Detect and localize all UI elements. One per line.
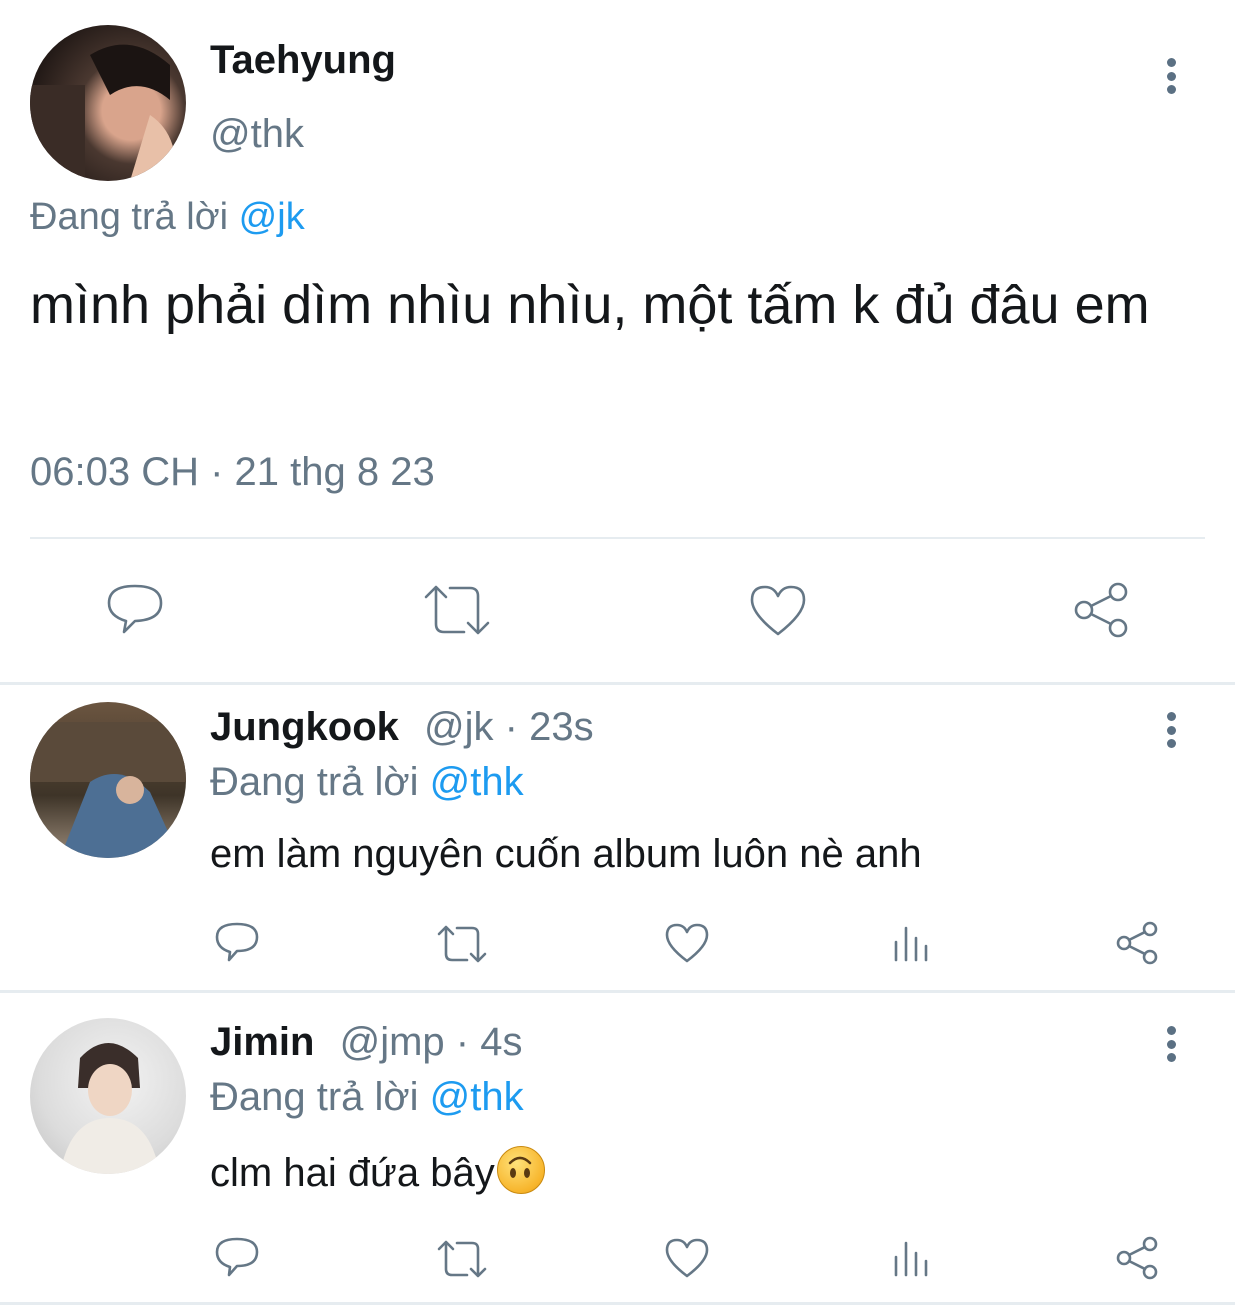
replying-to-label: Đang trả lời [30,196,229,238]
reply-author-name[interactable]: Jungkook [210,705,399,749]
reply-header: Jungkook @jk · 23s [210,705,594,750]
retweet-icon[interactable] [436,1237,488,1281]
reply-icon[interactable] [214,920,260,966]
retweet-icon[interactable] [436,922,488,966]
author-name[interactable]: Taehyung [210,38,396,83]
reply-time[interactable]: · 23s [505,705,594,749]
replying-to: Đang trả lời @jk [30,196,305,239]
tweet-text: mình phải dìm nhìu nhìu, một tấm k đủ đâ… [30,275,1150,335]
retweet-icon[interactable] [422,580,492,640]
avatar-photo [30,722,186,858]
reply-author-handle[interactable]: @jk [424,705,494,749]
avatar-photo [60,1043,160,1174]
author-handle[interactable]: @thk [210,112,304,157]
more-options-button[interactable] [1166,712,1176,748]
views-icon[interactable] [892,922,932,962]
replying-to: Đang trả lời @thk [210,760,524,805]
like-icon[interactable] [748,582,808,638]
reply-header: Jimin @jmp · 4s [210,1020,522,1065]
reply-author-name[interactable]: Jimin [210,1020,314,1064]
replying-to-link[interactable]: @thk [430,760,524,804]
like-icon[interactable] [664,1237,710,1279]
replying-to-label: Đang trả lời [210,1075,419,1119]
views-icon[interactable] [892,1237,932,1277]
divider [0,1302,1235,1305]
avatar-jimin[interactable] [30,1018,186,1174]
tweet-timestamp[interactable]: 06:03 CH · 21 thg 8 23 [30,450,435,495]
reply-text-content: clm hai đứa bây [210,1151,495,1195]
replying-to-label: Đang trả lời [210,760,419,804]
reply-time[interactable]: · 4s [456,1020,523,1064]
replying-to: Đang trả lời @thk [210,1075,524,1120]
share-icon[interactable] [1114,1235,1160,1281]
share-icon[interactable] [1114,920,1160,966]
avatar-photo [30,44,176,181]
reply-author-handle[interactable]: @jmp [340,1020,445,1064]
avatar-taehyung[interactable] [30,25,186,181]
avatar-jungkook[interactable] [30,702,186,858]
replying-to-link[interactable]: @jk [239,196,305,238]
reply-text: em làm nguyên cuốn album luôn nè anh [210,832,922,876]
more-options-button[interactable] [1166,58,1176,94]
replying-to-link[interactable]: @thk [430,1075,524,1119]
divider [0,990,1235,993]
reply-text: clm hai đứa bây [210,1146,545,1196]
share-icon[interactable] [1070,580,1132,640]
reply-icon[interactable] [104,580,166,640]
timestamp-divider [30,537,1205,539]
reply-icon[interactable] [214,1235,260,1281]
like-icon[interactable] [664,922,710,964]
divider [0,682,1235,685]
more-options-button[interactable] [1166,1026,1176,1062]
upside-down-face-emoji-icon [496,1146,545,1194]
